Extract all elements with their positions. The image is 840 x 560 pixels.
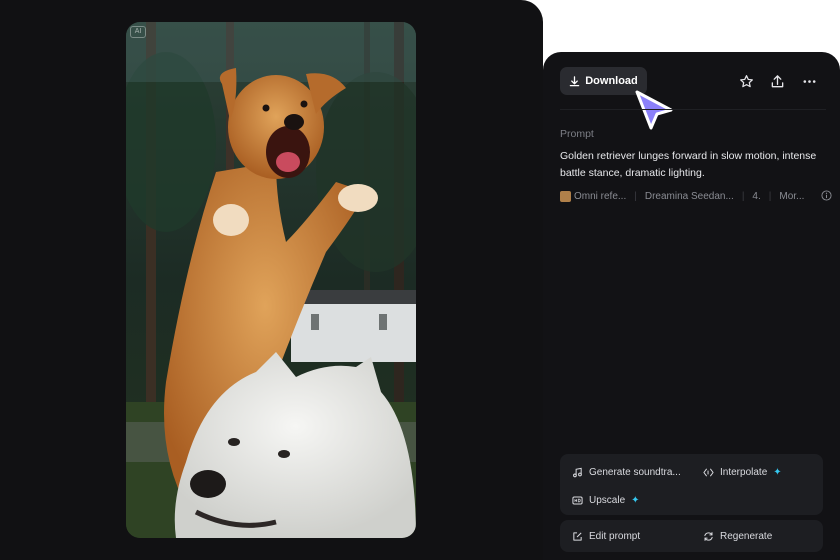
hd-icon — [572, 496, 583, 504]
info-icon[interactable] — [821, 190, 832, 201]
header-divider — [560, 109, 826, 110]
meta-model: Dreamina Seedan... — [644, 190, 734, 202]
meta-separator: | — [634, 190, 637, 202]
pointer-cursor-icon — [635, 90, 673, 130]
prompt-text: Golden retriever lunges forward in slow … — [560, 150, 817, 179]
actions-card: Edit prompt Regenerate — [560, 520, 823, 552]
edit-prompt-button[interactable]: Edit prompt — [572, 528, 640, 544]
more-button[interactable] — [800, 72, 818, 90]
media-preview-panel: AI — [0, 0, 543, 560]
regenerate-label: Regenerate — [720, 530, 773, 542]
music-note-icon — [573, 467, 582, 477]
edit-prompt-label: Edit prompt — [589, 530, 641, 542]
meta-separator: | — [768, 190, 772, 202]
interpolate-label: Interpolate — [720, 466, 768, 478]
prompt-label: Prompt — [560, 128, 594, 140]
download-label: Download — [585, 75, 638, 87]
upload-icon — [771, 74, 783, 87]
generate-soundtrack-button[interactable]: Generate soundtra... — [572, 464, 681, 480]
interpolate-icon — [703, 468, 714, 476]
edit-icon — [573, 531, 582, 541]
tools-card: Generate soundtra... Interpolate ✦ Upsca… — [560, 454, 823, 515]
sparkle-icon: ✦ — [631, 494, 640, 506]
upscale-button[interactable]: Upscale ✦ — [572, 492, 640, 508]
meta-separator: | — [741, 190, 745, 202]
sparkle-icon: ✦ — [773, 466, 782, 478]
details-panel: Download Prompt Golden retriever lunges … — [543, 52, 840, 560]
dog-video-image — [126, 22, 416, 538]
meta-version: 4. — [752, 190, 761, 202]
download-icon — [569, 75, 580, 86]
upscale-label: Upscale — [589, 494, 626, 506]
more-icon — [803, 79, 815, 83]
refresh-icon — [704, 531, 713, 541]
regenerate-button[interactable]: Regenerate — [703, 528, 772, 544]
generate-soundtrack-label: Generate soundtra... — [589, 466, 681, 478]
share-button[interactable] — [768, 72, 786, 90]
ai-badge: AI — [130, 26, 146, 38]
generation-meta: Omni refe... | Dreamina Seedan... | 4. |… — [560, 189, 832, 203]
reference-thumbnail — [560, 190, 571, 202]
favorite-button[interactable] — [737, 72, 755, 90]
meta-reference[interactable]: Omni refe... — [574, 191, 626, 202]
meta-more[interactable]: Mor... — [779, 191, 804, 202]
interpolate-button[interactable]: Interpolate ✦ — [703, 464, 782, 480]
video-preview[interactable]: AI — [126, 22, 416, 538]
star-icon — [739, 74, 753, 87]
